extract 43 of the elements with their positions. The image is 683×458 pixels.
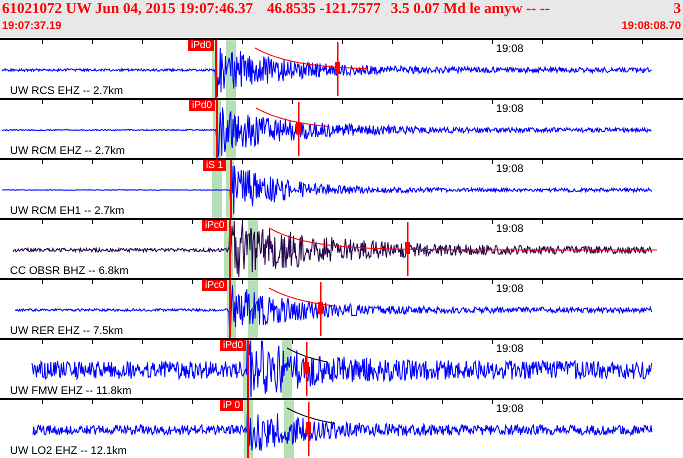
station-label: UW RCS EHZ -- 2.7km [10, 85, 124, 98]
count-info: 3 [674, 0, 681, 19]
pick-label: iPc0 [202, 280, 228, 291]
location-info: 46.8535 -121.7577 [267, 0, 381, 19]
station-label: CC OBSR BHZ -- 6.8km [10, 265, 129, 278]
coda-marker [306, 402, 311, 456]
pick-label: iP 0 [220, 400, 244, 411]
pick-line [230, 160, 232, 218]
minute-label: 19:08 [496, 403, 524, 415]
pick-label: iPd0 [220, 340, 246, 351]
minute-label: 19:08 [496, 43, 524, 55]
station-label: UW RCM EH1 -- 2.7km [10, 205, 124, 218]
pick-label: iS 1 [203, 160, 226, 171]
magnitude-info: 3.5 0.07 Md le amyw -- -- [390, 0, 550, 19]
pick-label: iPc0 [202, 220, 228, 231]
pick-line [247, 400, 249, 458]
pick-line [247, 340, 249, 398]
minute-label: 19:08 [496, 343, 524, 355]
pick-line [215, 40, 217, 98]
pick-line [216, 100, 218, 158]
station-label: UW LO2 EHZ -- 12.1km [10, 445, 127, 458]
station-label: UW RER EHZ -- 7.5km [10, 325, 124, 338]
minute-label: 19:08 [496, 283, 524, 295]
station-label: UW RCM EHZ -- 2.7km [10, 145, 125, 158]
coda-marker [318, 282, 323, 336]
start-time: 19:07:37.19 [2, 19, 62, 33]
pick-line [229, 220, 231, 278]
minute-label: 19:08 [496, 163, 524, 175]
coda-marker [296, 102, 301, 156]
coda-decay-curve [286, 408, 336, 424]
coda-marker [405, 222, 410, 276]
coda-marker [304, 342, 309, 396]
pick-label: iPd0 [189, 100, 216, 111]
coda-marker [335, 42, 340, 96]
coda-decay-curve [286, 348, 328, 362]
end-time: 19:08:08.70 [622, 19, 681, 33]
pick-line [229, 280, 231, 338]
coda-decay-curve [268, 288, 338, 306]
event-info: 61021072 UW Jun 04, 2015 19:07:46.37 [2, 0, 253, 19]
station-label: UW FMW EHZ -- 11.8km [10, 385, 132, 398]
minute-label: 19:08 [496, 103, 524, 115]
minute-label: 19:08 [496, 223, 524, 235]
pick-label: iPd0 [188, 40, 214, 51]
